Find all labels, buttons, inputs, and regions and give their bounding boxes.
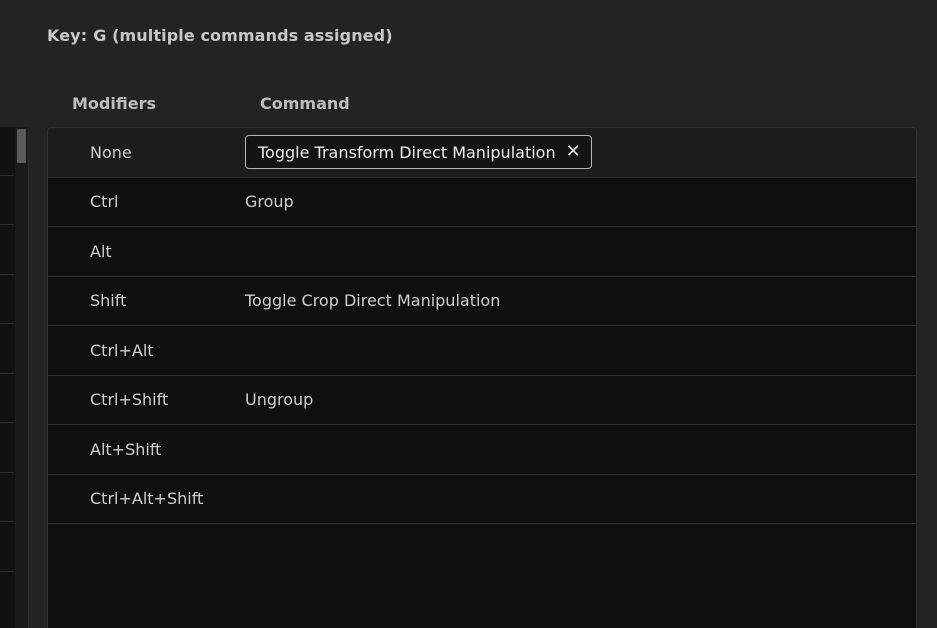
list-divider	[0, 175, 14, 176]
list-divider	[0, 422, 14, 423]
key-label-prefix: Key:	[47, 26, 88, 45]
modifier-cell: Ctrl+Alt	[90, 340, 154, 360]
list-divider	[0, 472, 14, 473]
list-divider	[0, 571, 14, 572]
table-row-shift[interactable]: Shift Toggle Crop Direct Manipulation	[48, 277, 916, 326]
table-row-ctrl-alt[interactable]: Ctrl+Alt	[48, 326, 916, 376]
command-cell: Ungroup	[245, 390, 314, 410]
modifier-cell: None	[90, 142, 132, 162]
table-row-alt[interactable]: Alt	[48, 227, 916, 277]
modifier-cell: Shift	[90, 291, 127, 311]
modifier-cell: Alt+Shift	[90, 439, 162, 459]
table-row-ctrl[interactable]: Ctrl Group	[48, 178, 916, 227]
modifier-cell: Ctrl+Shift	[90, 390, 169, 410]
column-header-command: Command	[260, 94, 350, 113]
key-label: Key: G (multiple commands assigned)	[47, 26, 393, 45]
command-cell: Group	[245, 192, 294, 212]
list-divider	[0, 274, 14, 275]
scrollbar-thumb[interactable]	[17, 129, 26, 163]
modifier-command-table: None Toggle Transform Direct Manipulatio…	[47, 127, 917, 628]
command-cell: Toggle Crop Direct Manipulation	[245, 291, 501, 311]
modifier-cell: Ctrl+Alt+Shift	[90, 489, 204, 509]
list-divider	[0, 323, 14, 324]
list-scrollbar[interactable]	[15, 127, 28, 628]
list-divider	[0, 521, 14, 522]
command-edit-field[interactable]: Toggle Transform Direct Manipulation ✕	[245, 135, 592, 169]
key-label-value: G (multiple commands assigned)	[93, 26, 393, 45]
list-divider	[0, 373, 14, 374]
table-row-alt-shift[interactable]: Alt+Shift	[48, 425, 916, 475]
table-row-ctrl-shift[interactable]: Ctrl+Shift Ungroup	[48, 376, 916, 425]
table-row-none[interactable]: None Toggle Transform Direct Manipulatio…	[48, 128, 916, 178]
table-row-ctrl-alt-shift[interactable]: Ctrl+Alt+Shift	[48, 475, 916, 524]
modifier-cell: Alt	[90, 241, 112, 261]
modifier-cell: Ctrl	[90, 192, 119, 212]
keyboard-shortcut-editor: Key: G (multiple commands assigned) Modif…	[0, 0, 937, 628]
list-divider	[0, 224, 14, 225]
close-icon[interactable]: ✕	[566, 143, 581, 161]
command-edit-text: Toggle Transform Direct Manipulation	[258, 142, 556, 162]
column-header-modifiers: Modifiers	[72, 94, 156, 113]
